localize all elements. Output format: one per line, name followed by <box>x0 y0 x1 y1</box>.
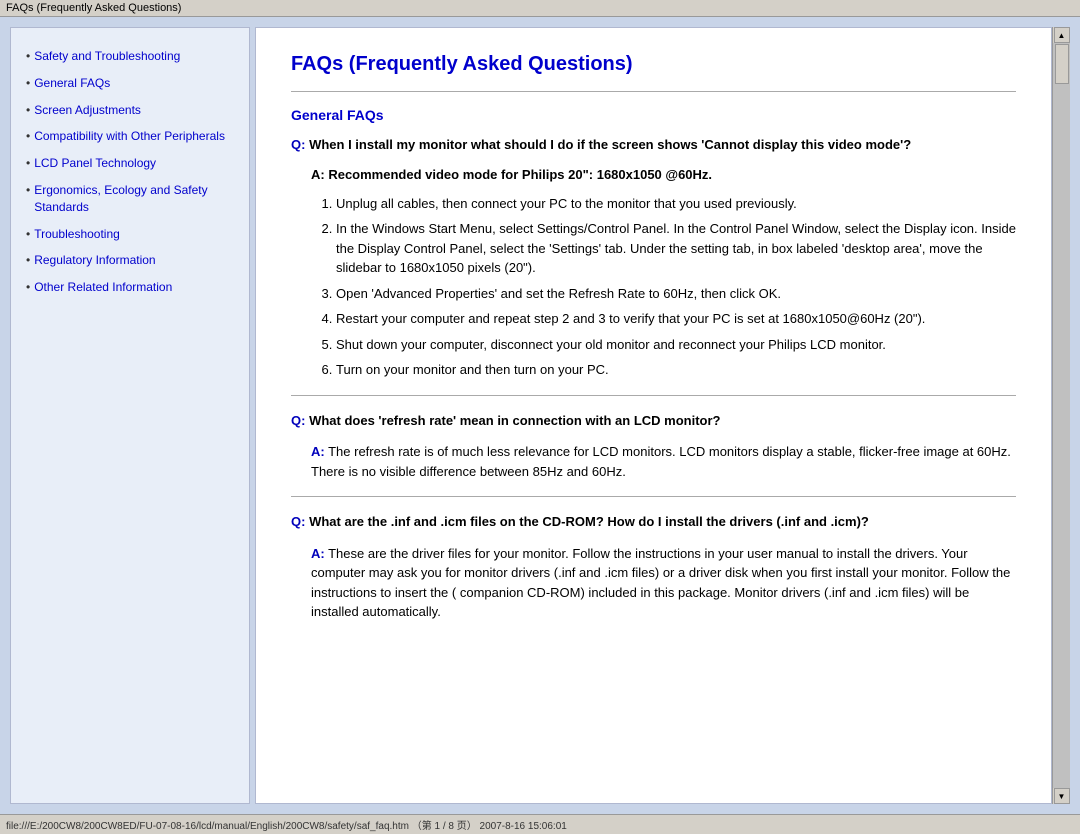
answer-3-text: A: These are the driver files for your m… <box>311 544 1016 622</box>
scrollbar-down-button[interactable]: ▼ <box>1054 788 1070 804</box>
nav-item-lcd-panel[interactable]: • LCD Panel Technology <box>26 155 234 172</box>
nav-link-ergonomics[interactable]: Ergonomics, Ecology and Safety Standards <box>34 182 234 216</box>
right-scrollbar[interactable]: ▲ ▼ <box>1052 27 1070 804</box>
left-panel: • Safety and Troubleshooting • General F… <box>10 27 250 804</box>
nav-item-compatibility[interactable]: • Compatibility with Other Peripherals <box>26 128 234 145</box>
nav-link-regulatory[interactable]: Regulatory Information <box>34 252 155 269</box>
nav-item-other-related[interactable]: • Other Related Information <box>26 279 234 296</box>
nav-link-lcd-panel[interactable]: LCD Panel Technology <box>34 155 156 172</box>
browser-wrapper: • Safety and Troubleshooting • General F… <box>0 17 1080 814</box>
nav-bullet: • <box>26 253 30 267</box>
title-bar-text: FAQs (Frequently Asked Questions) <box>6 2 181 14</box>
q1-letter: Q: <box>291 137 305 152</box>
nav-bullet: • <box>26 183 30 197</box>
steps-list: Unplug all cables, then connect your PC … <box>336 194 1016 380</box>
nav-item-troubleshooting[interactable]: • Troubleshooting <box>26 226 234 243</box>
nav-link-screen-adjustments[interactable]: Screen Adjustments <box>34 102 141 119</box>
answer-1-section: A: Recommended video mode for Philips 20… <box>311 167 1016 380</box>
question-1: Q: When I install my monitor what should… <box>291 135 1016 155</box>
step-6: Turn on your monitor and then turn on yo… <box>336 360 1016 380</box>
step-2: In the Windows Start Menu, select Settin… <box>336 219 1016 278</box>
divider-1 <box>291 395 1016 396</box>
step-4: Restart your computer and repeat step 2 … <box>336 309 1016 329</box>
answer-2-section: A: The refresh rate is of much less rele… <box>311 442 1016 481</box>
nav-item-regulatory[interactable]: • Regulatory Information <box>26 252 234 269</box>
nav-item-general-faqs[interactable]: • General FAQs <box>26 75 234 92</box>
step-1: Unplug all cables, then connect your PC … <box>336 194 1016 214</box>
a2-body: The refresh rate is of much less relevan… <box>311 444 1011 479</box>
nav-bullet: • <box>26 227 30 241</box>
scrollbar-up-button[interactable]: ▲ <box>1054 27 1070 43</box>
a3-body: These are the driver files for your moni… <box>311 546 1010 620</box>
a3-letter: A: <box>311 546 325 561</box>
nav-link-troubleshooting[interactable]: Troubleshooting <box>34 226 120 243</box>
divider-top <box>291 91 1016 92</box>
step-5: Shut down your computer, disconnect your… <box>336 335 1016 355</box>
page-title: FAQs (Frequently Asked Questions) <box>291 53 1016 76</box>
nav-bullet: • <box>26 49 30 63</box>
q3-text: What are the .inf and .icm files on the … <box>309 514 869 529</box>
status-bar-text: file:///E:/200CW8/200CW8ED/FU-07-08-16/l… <box>6 821 567 832</box>
nav-bullet: • <box>26 129 30 143</box>
nav-link-general-faqs[interactable]: General FAQs <box>34 75 110 92</box>
section-title: General FAQs <box>291 107 1016 123</box>
content-panel: FAQs (Frequently Asked Questions) Genera… <box>255 27 1052 804</box>
status-bar: file:///E:/200CW8/200CW8ED/FU-07-08-16/l… <box>0 814 1080 834</box>
q1-text: When I install my monitor what should I … <box>309 137 911 152</box>
a2-letter: A: <box>311 444 325 459</box>
scrollbar-thumb[interactable] <box>1055 44 1069 84</box>
answer-2-text: A: The refresh rate is of much less rele… <box>311 442 1016 481</box>
divider-2 <box>291 496 1016 497</box>
question-3: Q: What are the .inf and .icm files on t… <box>291 512 1016 532</box>
nav-link-safety[interactable]: Safety and Troubleshooting <box>34 48 180 65</box>
nav-link-other-related[interactable]: Other Related Information <box>34 279 172 296</box>
nav-bullet: • <box>26 156 30 170</box>
main-layout: • Safety and Troubleshooting • General F… <box>0 17 1080 814</box>
scrollbar-track[interactable] <box>1053 43 1070 788</box>
title-bar: FAQs (Frequently Asked Questions) <box>0 0 1080 17</box>
question-2: Q: What does 'refresh rate' mean in conn… <box>291 411 1016 431</box>
q3-letter: Q: <box>291 514 305 529</box>
step-3: Open 'Advanced Properties' and set the R… <box>336 284 1016 304</box>
answer-3-section: A: These are the driver files for your m… <box>311 544 1016 622</box>
nav-link-compatibility[interactable]: Compatibility with Other Peripherals <box>34 128 225 145</box>
nav-item-safety[interactable]: • Safety and Troubleshooting <box>26 48 234 65</box>
answer-1-bold: A: Recommended video mode for Philips 20… <box>311 167 1016 182</box>
content-with-scroll: FAQs (Frequently Asked Questions) Genera… <box>250 27 1070 804</box>
nav-bullet: • <box>26 76 30 90</box>
nav-bullet: • <box>26 280 30 294</box>
nav-bullet: • <box>26 103 30 117</box>
q2-letter: Q: <box>291 413 305 428</box>
q2-text: What does 'refresh rate' mean in connect… <box>309 413 720 428</box>
nav-item-ergonomics[interactable]: • Ergonomics, Ecology and Safety Standar… <box>26 182 234 216</box>
nav-item-screen-adjustments[interactable]: • Screen Adjustments <box>26 102 234 119</box>
